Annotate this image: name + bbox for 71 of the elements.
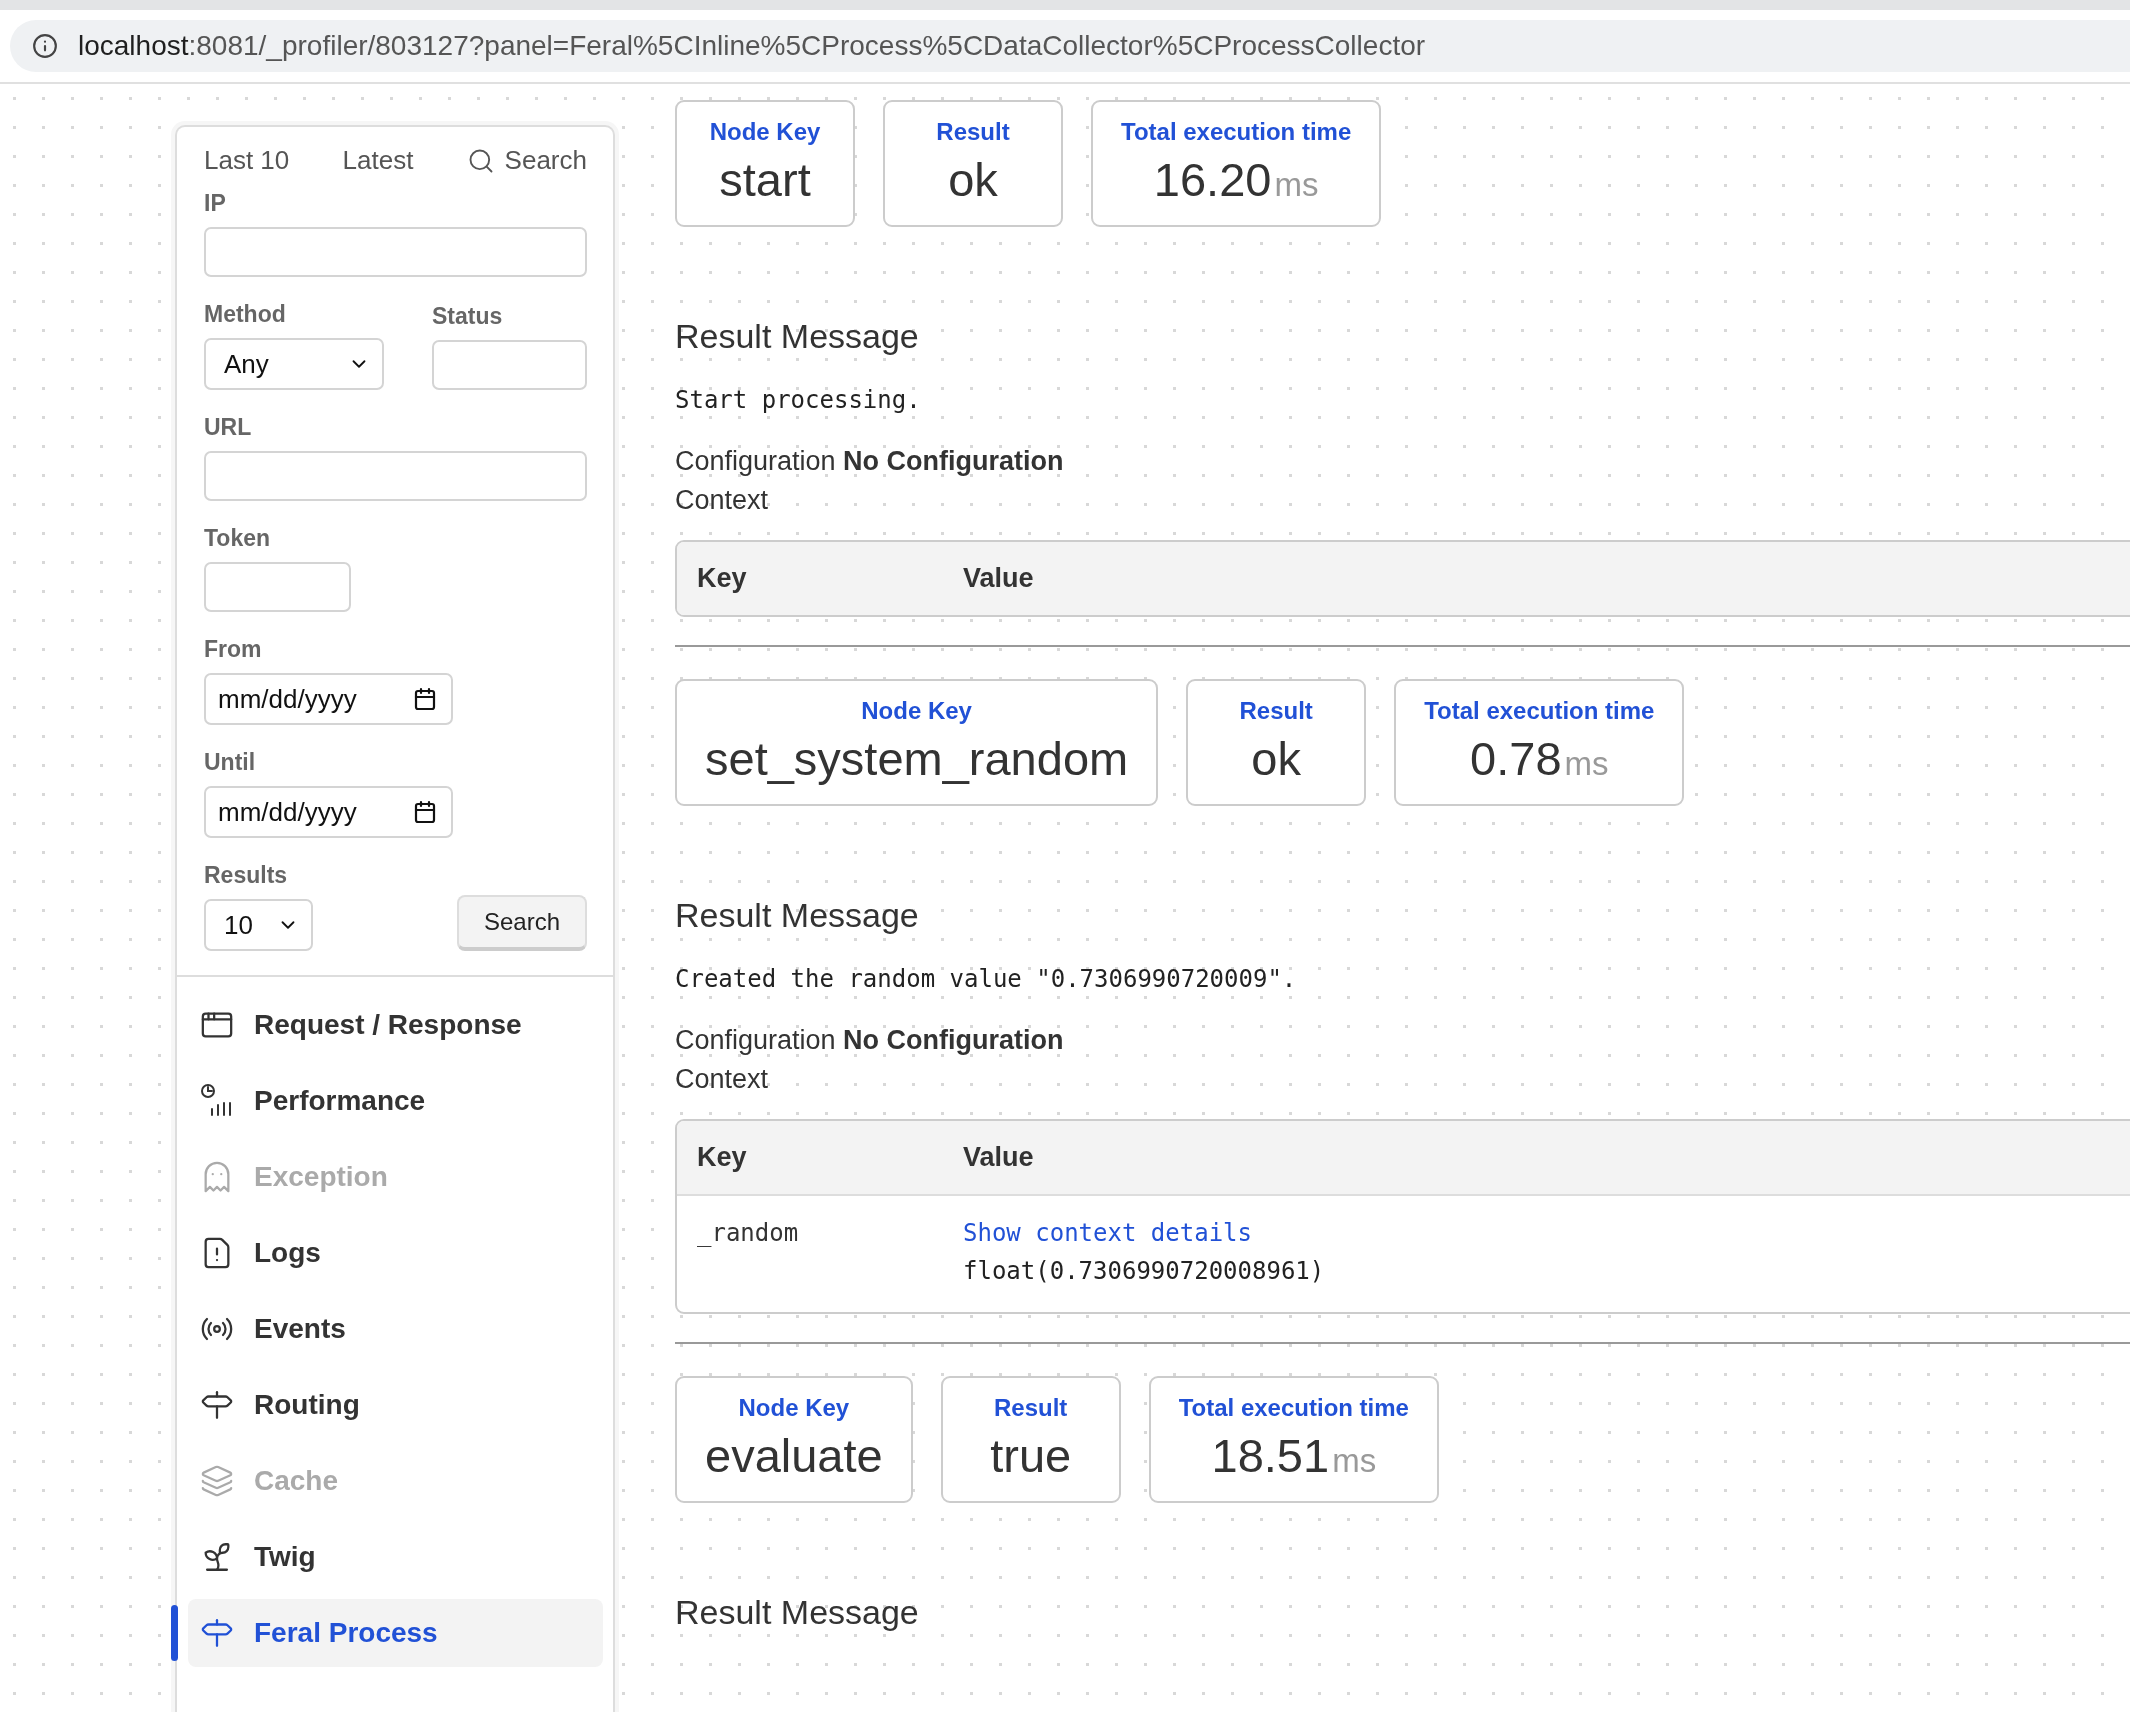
stat-value: ok: [1251, 731, 1301, 786]
field-label: Results: [204, 862, 289, 889]
context-label: Context: [675, 484, 770, 517]
stat-value: 18.51 ms: [1211, 1428, 1377, 1483]
method-select[interactable]: Any: [204, 338, 384, 390]
stat-value: 16.20ms: [1153, 152, 1319, 207]
section-heading: Result Message: [675, 896, 920, 935]
search-button[interactable]: Search: [456, 895, 587, 951]
table-cell-text: float(0.7306990720008961): [963, 1256, 1326, 1287]
stat-value: true: [990, 1428, 1072, 1483]
sidebar-item[interactable]: Twig: [188, 1523, 603, 1591]
layers-icon: [200, 1464, 234, 1498]
stat-label: Total execution time: [1424, 697, 1655, 725]
configuration-text: Configuration No Configuration: [675, 445, 1065, 478]
search-link[interactable]: Search: [466, 145, 587, 176]
sidebar-item[interactable]: Routing: [188, 1371, 603, 1439]
stat-label: Total execution time: [1178, 1394, 1409, 1422]
section-heading: Result Message: [675, 1593, 920, 1632]
field-label: Status: [432, 303, 504, 330]
date-field[interactable]: mm/dd/yyyy: [204, 673, 453, 725]
stat-label: Result: [936, 118, 1010, 146]
stat-value: start: [719, 152, 811, 207]
url-path: :8081/_profiler/803127?panel=Feral%5CInline%5CProcess%5CDataCollector%5CProcessCollector: [188, 30, 1426, 62]
stat-label: Node Key: [861, 697, 972, 725]
field-label: Method: [204, 301, 287, 328]
details-link[interactable]: Show context details: [963, 1214, 2128, 1252]
signpost-icon: [200, 1616, 234, 1650]
stat-label: Total execution time: [1121, 118, 1352, 146]
ip-field[interactable]: [204, 227, 587, 277]
sidebar-item[interactable]: Events: [188, 1295, 603, 1363]
date-field[interactable]: mm/dd/yyyy: [204, 786, 453, 838]
stat-value: set_system_random: [705, 731, 1129, 786]
stat-value: ok: [948, 152, 998, 207]
signpost-icon: [200, 1388, 234, 1422]
results-select[interactable]: 10: [204, 899, 313, 951]
field-label: From: [204, 636, 263, 663]
column-header: Value: [943, 1121, 2130, 1194]
stat-label: Node Key: [709, 118, 821, 146]
sidebar-item[interactable]: Logs: [188, 1219, 603, 1287]
address-bar[interactable]: localhost:8081/_profiler/803127?panel=Feral%5CInline%5CProcess%5CDataCollector%5CProcessCollector: [10, 20, 2130, 72]
stat-label: Result: [994, 1394, 1068, 1422]
url-field[interactable]: [204, 451, 587, 501]
stat-label: Result: [1239, 697, 1313, 725]
table-cell: _random: [677, 1194, 943, 1312]
field-label: IP: [204, 190, 227, 217]
configuration-text: Configuration No Configuration: [675, 1024, 1065, 1057]
performance-icon: [200, 1083, 234, 1119]
sidebar-item[interactable]: Performance: [188, 1067, 603, 1135]
nav-link[interactable]: Last 10: [204, 145, 290, 176]
field-label: URL: [204, 414, 253, 441]
result-message: Start processing.: [675, 386, 922, 414]
column-header: Key: [677, 542, 943, 615]
nav-link[interactable]: Latest: [342, 145, 414, 176]
stat-value: evaluate: [705, 1428, 883, 1483]
url-host: localhost: [78, 30, 189, 62]
context-label: Context: [675, 1063, 770, 1096]
calendar-icon: [413, 800, 437, 824]
sidebar-item[interactable]: Request / Response: [188, 991, 603, 1059]
field-label: Token: [204, 525, 272, 552]
info-icon[interactable]: [32, 33, 58, 59]
result-message: Created the random value "0.7306990720009".: [675, 965, 1298, 993]
section-heading: Result Message: [675, 317, 920, 356]
token-field[interactable]: [204, 562, 351, 612]
active-indicator: [171, 1605, 178, 1661]
stat-label: Node Key: [738, 1394, 850, 1422]
field-label: Until: [204, 749, 257, 776]
column-header: Value: [943, 542, 2130, 615]
column-header: Key: [677, 1121, 943, 1194]
calendar-icon: [413, 687, 437, 711]
status-field[interactable]: [432, 340, 587, 390]
stat-value: 0.78ms: [1470, 731, 1609, 786]
